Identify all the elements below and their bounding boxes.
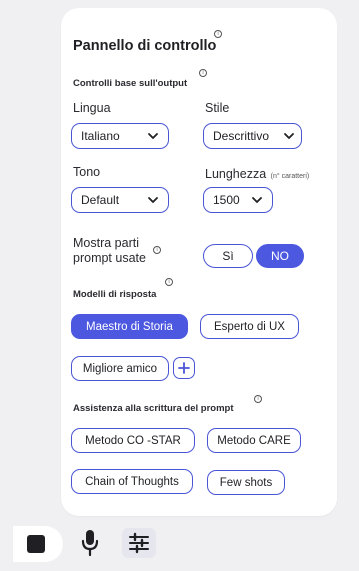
field-label-lingua: Lingua (73, 101, 111, 115)
section-title-base: Controlli base sull'output (73, 78, 188, 89)
chevron-down-icon (148, 133, 158, 139)
chevron-down-icon (148, 197, 158, 203)
chevron-down-icon (252, 197, 262, 203)
field-hint-lunghezza: (n° caratteri) (270, 173, 310, 180)
toggle-yes-button[interactable]: Sì (203, 244, 253, 268)
lunghezza-select[interactable]: 1500 (203, 187, 273, 213)
stile-value: Descrittivo (213, 129, 270, 143)
sliders-icon (129, 532, 149, 554)
model-chip-esperto-di-ux[interactable]: Esperto di UX (200, 314, 299, 339)
field-label-lunghezza-wrap: Lunghezza (n° caratteri) (205, 165, 309, 183)
plus-icon (178, 362, 190, 374)
stop-button[interactable] (13, 526, 63, 562)
settings-button[interactable] (122, 528, 156, 558)
tono-select[interactable]: Default (71, 187, 169, 213)
chevron-down-icon (284, 133, 294, 139)
model-chip-maestro-di-storia[interactable]: Maestro di Storia (71, 314, 188, 339)
panel-title: Pannello di controllo (73, 38, 217, 54)
stile-select[interactable]: Descrittivo (203, 123, 302, 149)
info-icon[interactable]: i (165, 278, 173, 286)
microphone-icon (81, 530, 99, 557)
toggle-label: Mostra parti prompt usate (73, 236, 146, 266)
writing-chip-care[interactable]: Metodo CARE (207, 428, 301, 453)
lingua-value: Italiano (81, 129, 120, 143)
writing-chip-few-shots[interactable]: Few shots (207, 470, 285, 495)
info-icon[interactable]: i (254, 395, 262, 403)
bottom-toolbar (0, 520, 359, 571)
info-icon[interactable]: i (153, 246, 161, 254)
model-chip-migliore-amico[interactable]: Migliore amico (71, 356, 169, 381)
field-label-lunghezza: Lunghezza (205, 167, 267, 181)
toggle-no-button[interactable]: NO (256, 244, 304, 268)
lunghezza-value: 1500 (213, 193, 240, 207)
field-label-stile: Stile (205, 101, 230, 115)
tono-value: Default (81, 193, 120, 207)
microphone-button[interactable] (78, 527, 102, 559)
writing-chip-co-star[interactable]: Metodo CO -STAR (71, 428, 195, 453)
writing-chip-chain-of-thoughts[interactable]: Chain of Thoughts (71, 469, 193, 494)
lingua-select[interactable]: Italiano (71, 123, 169, 149)
toggle-label-line1: Mostra parti (73, 236, 139, 250)
section-title-models: Modelli di risposta (73, 289, 157, 300)
control-panel: Pannello di controllo i Controlli base s… (61, 8, 337, 516)
add-model-button[interactable] (173, 357, 195, 379)
field-label-tono: Tono (73, 165, 101, 179)
info-icon[interactable]: i (199, 69, 207, 77)
stop-icon (27, 535, 45, 553)
toggle-label-line2: prompt usate (73, 251, 146, 265)
info-icon[interactable]: i (214, 30, 222, 38)
section-title-writing: Assistenza alla scrittura del prompt (73, 403, 234, 414)
